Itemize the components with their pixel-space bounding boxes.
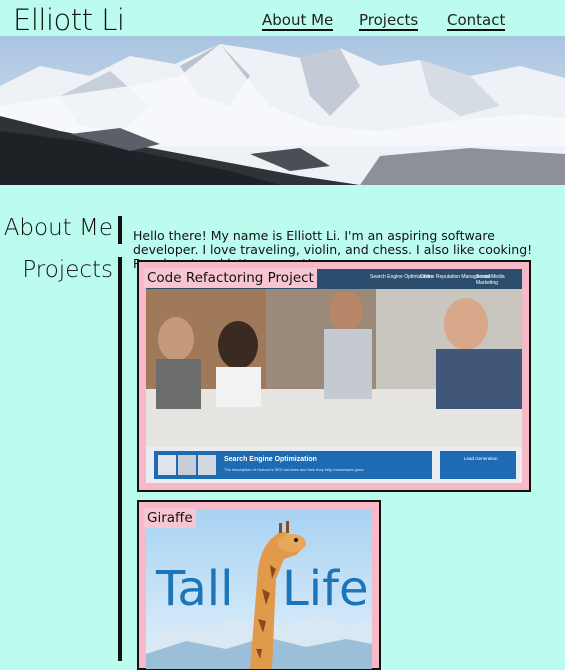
nav-projects-link[interactable]: Projects — [359, 11, 419, 31]
projects-heading: Projects — [22, 257, 113, 283]
project-screenshot: Tall Life — [146, 509, 372, 669]
screenshot-word-life: Life — [282, 561, 369, 617]
project-title: Code Refactoring Project — [144, 268, 317, 288]
screenshot-word-tall: Tall — [156, 561, 234, 617]
nav-contact-link[interactable]: Contact — [447, 11, 506, 31]
screenshot-side-box: Lead Generation — [464, 456, 498, 461]
screenshot-nav-item: Social Media Marketing — [476, 274, 505, 286]
mountain-banner-image — [0, 36, 565, 185]
about-heading: About Me — [3, 215, 113, 241]
nav-about-me-link[interactable]: About Me — [262, 11, 334, 31]
screenshot-banner-title: Search Engine Optimization — [224, 456, 317, 463]
project-card[interactable]: Tall Life Giraffe — [137, 500, 381, 670]
project-screenshot: Search Engine Optimization Online Reputa… — [146, 269, 522, 483]
projects-divider — [118, 257, 122, 661]
about-divider — [118, 216, 122, 244]
project-card[interactable]: Search Engine Optimization Online Reputa… — [137, 260, 531, 492]
project-title: Giraffe — [144, 508, 196, 528]
main-nav: About Me Projects Contact — [0, 11, 565, 35]
screenshot-banner-text: The description of Horizon's SEO service… — [224, 467, 365, 472]
